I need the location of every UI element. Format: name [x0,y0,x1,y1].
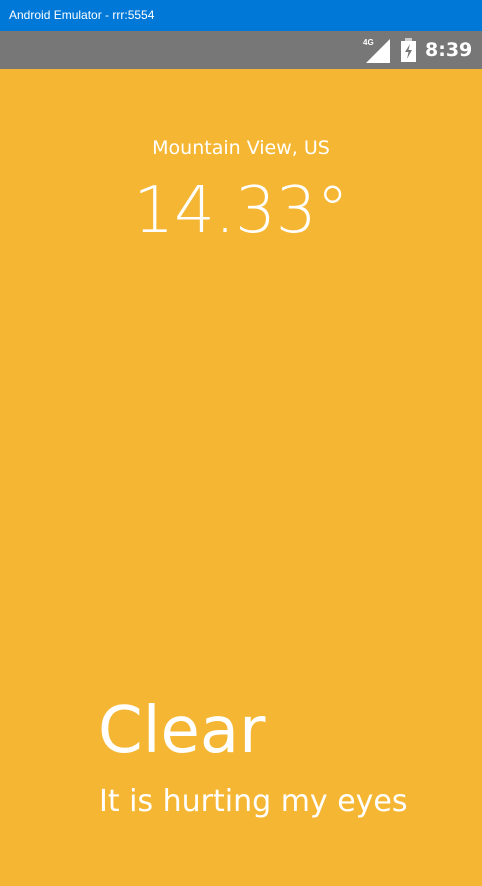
android-status-bar: 4G 8:39 [0,31,482,69]
window-titlebar[interactable]: Android Emulator - rrr:5554 [0,0,482,31]
weather-app-screen: Mountain View, US 14.33° Clear It is hur… [0,69,482,886]
weather-condition: Clear [98,694,266,768]
city-label: Mountain View, US [152,137,330,159]
temperature-value: 14.33° [133,174,349,248]
emulator-window: Android Emulator - rrr:5554 4G 8:39 Moun… [0,0,482,886]
weather-description: It is hurting my eyes [99,784,408,819]
cell-signal-icon [366,39,390,63]
battery-charging-icon [401,38,416,62]
window-title: Android Emulator - rrr:5554 [9,8,155,22]
status-clock: 8:39 [425,39,473,61]
